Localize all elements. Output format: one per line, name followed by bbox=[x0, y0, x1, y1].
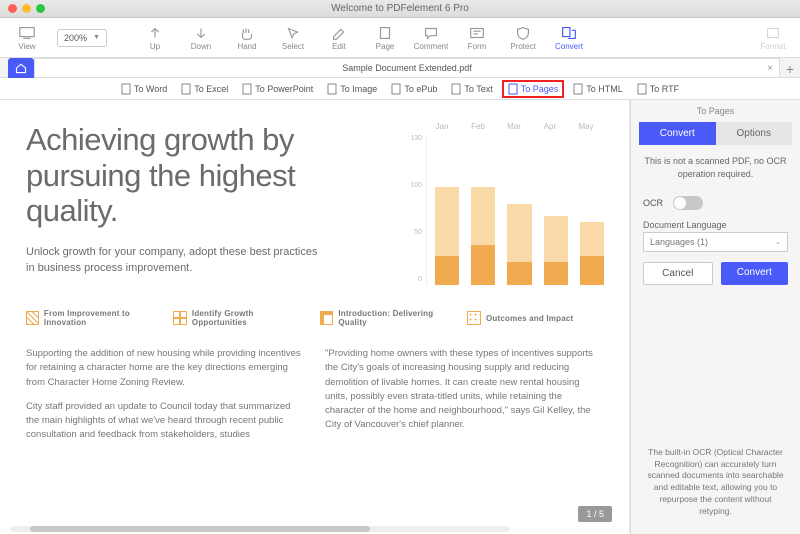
close-tab-icon[interactable]: × bbox=[767, 63, 773, 74]
convert-button[interactable]: Convert bbox=[721, 262, 789, 285]
edit-tool[interactable]: Edit bbox=[318, 20, 360, 56]
section-icon bbox=[173, 311, 187, 325]
lang-label: Document Language bbox=[631, 216, 800, 232]
section-icon bbox=[467, 311, 481, 325]
traffic-lights bbox=[8, 4, 45, 13]
panel-buttons: Cancel Convert bbox=[631, 252, 800, 295]
panel-tab-options[interactable]: Options bbox=[716, 122, 793, 145]
panel-footer: The built-in OCR (Optical Character Reco… bbox=[631, 437, 800, 534]
section-1: From Improvement to Innovation bbox=[26, 309, 163, 327]
protect-tool[interactable]: Protect bbox=[502, 20, 544, 56]
document-tabs: Sample Document Extended.pdf × + bbox=[0, 58, 800, 78]
doc-chart: JanFebMarAprMay 130100500 bbox=[404, 122, 604, 285]
section-icon bbox=[26, 311, 39, 325]
to-pages-button[interactable]: To Pages bbox=[502, 80, 565, 98]
doc-para: "Providing home owners with these types … bbox=[325, 347, 604, 433]
window-titlebar: Welcome to PDFelement 6 Pro bbox=[0, 0, 800, 18]
language-select[interactable]: Languages (1) ⌄ bbox=[643, 232, 788, 252]
horizontal-scrollbar[interactable] bbox=[10, 526, 510, 532]
to-epub-button[interactable]: To ePub bbox=[386, 81, 442, 97]
doc-para: City staff provided an update to Council… bbox=[26, 400, 305, 443]
close-icon[interactable] bbox=[8, 4, 17, 13]
section-2: Identify Growth Opportunities bbox=[173, 309, 310, 327]
down-tool[interactable]: Down bbox=[180, 20, 222, 56]
panel-title: To Pages bbox=[631, 100, 800, 122]
scrollbar-thumb[interactable] bbox=[30, 526, 370, 532]
doc-para: Supporting the addition of new housing w… bbox=[26, 347, 305, 390]
to-image-button[interactable]: To Image bbox=[322, 81, 382, 97]
convert-tool[interactable]: Convert bbox=[548, 20, 590, 56]
panel-tab-convert[interactable]: Convert bbox=[639, 122, 716, 145]
home-tab[interactable] bbox=[8, 58, 34, 78]
ocr-label: OCR bbox=[643, 198, 663, 208]
to-word-button[interactable]: To Word bbox=[116, 81, 172, 97]
window-title: Welcome to PDFelement 6 Pro bbox=[0, 3, 800, 14]
to-text-button[interactable]: To Text bbox=[446, 81, 497, 97]
to-excel-button[interactable]: To Excel bbox=[176, 81, 233, 97]
select-tool[interactable]: Select bbox=[272, 20, 314, 56]
chevron-down-icon: ▼ bbox=[93, 34, 100, 41]
main-area: Achieving growth by pursuing the highest… bbox=[0, 100, 800, 534]
document-tab[interactable]: Sample Document Extended.pdf × bbox=[34, 58, 780, 77]
to-rtf-button[interactable]: To RTF bbox=[632, 81, 684, 97]
document-pane: Achieving growth by pursuing the highest… bbox=[0, 100, 630, 534]
ocr-toggle[interactable] bbox=[673, 196, 703, 210]
panel-tabs: Convert Options bbox=[639, 122, 792, 145]
cancel-button[interactable]: Cancel bbox=[643, 262, 713, 285]
page-indicator: 1 / 5 bbox=[578, 506, 612, 522]
to-powerpoint-button[interactable]: To PowerPoint bbox=[237, 81, 318, 97]
ocr-row: OCR bbox=[631, 190, 800, 216]
minimize-icon[interactable] bbox=[22, 4, 31, 13]
view-tool[interactable]: View bbox=[6, 20, 48, 56]
hand-tool[interactable]: Hand bbox=[226, 20, 268, 56]
section-4: Outcomes and Impact bbox=[467, 309, 604, 327]
format-tool[interactable]: Format bbox=[752, 20, 794, 56]
new-tab-button[interactable]: + bbox=[780, 61, 800, 77]
chevron-down-icon: ⌄ bbox=[775, 238, 781, 246]
side-panel: To Pages Convert Options This is not a s… bbox=[630, 100, 800, 534]
form-tool[interactable]: Form bbox=[456, 20, 498, 56]
main-toolbar: View 200%▼ Up Down Hand Select Edit Page… bbox=[0, 18, 800, 58]
zoom-dropdown[interactable]: 200%▼ bbox=[57, 29, 107, 47]
document-tab-label: Sample Document Extended.pdf bbox=[342, 63, 472, 73]
maximize-icon[interactable] bbox=[36, 4, 45, 13]
section-3: Introduction: Delivering Quality bbox=[320, 309, 457, 327]
panel-note: This is not a scanned PDF, no OCR operat… bbox=[631, 145, 800, 190]
comment-tool[interactable]: Comment bbox=[410, 20, 452, 56]
section-row: From Improvement to Innovation Identify … bbox=[26, 309, 604, 327]
up-tool[interactable]: Up bbox=[134, 20, 176, 56]
page-tool[interactable]: Page bbox=[364, 20, 406, 56]
doc-subhead: Unlock growth for your company, adopt th… bbox=[26, 245, 326, 277]
to-html-button[interactable]: To HTML bbox=[568, 81, 628, 97]
zoom-tool[interactable]: 200%▼ bbox=[52, 20, 112, 56]
doc-columns: Supporting the addition of new housing w… bbox=[26, 347, 604, 453]
section-icon bbox=[320, 311, 333, 325]
convert-toolbar: To Word To Excel To PowerPoint To Image … bbox=[0, 78, 800, 100]
doc-headline: Achieving growth by pursuing the highest… bbox=[26, 122, 388, 229]
